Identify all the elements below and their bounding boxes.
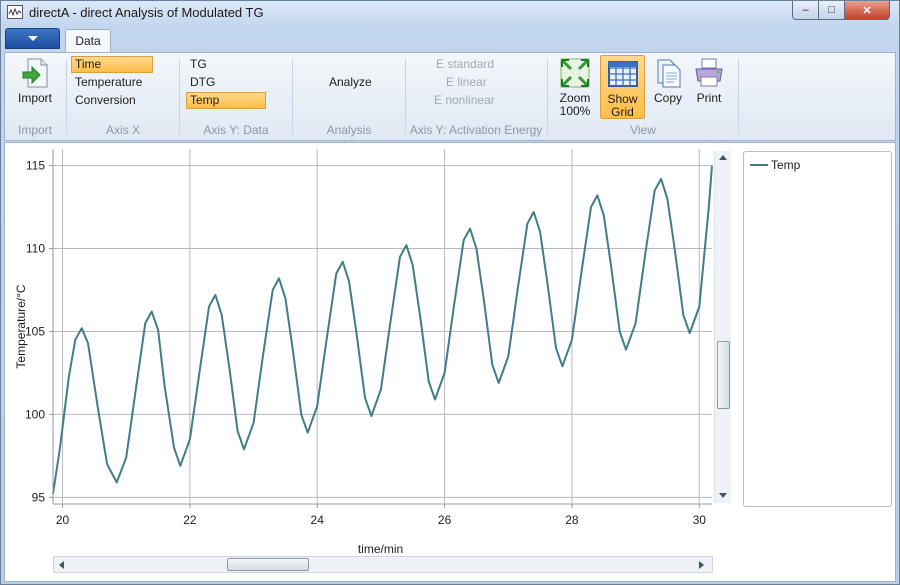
horizontal-scroll-thumb[interactable] [227, 558, 309, 571]
axis-x-option-temperature[interactable]: Temperature [71, 74, 153, 91]
maximize-icon: □ [828, 4, 835, 16]
zoom-100-button[interactable]: Zoom 100% [555, 57, 595, 118]
group-axis-x: Time Temperature Conversion Axis X [67, 53, 179, 140]
x-tick-label: 26 [438, 513, 452, 527]
y-tick-label: 105 [25, 324, 45, 338]
chart: 95 100 105 110 115 20 22 24 26 28 30 Temperature/… [14, 149, 713, 556]
vertical-scrollbar[interactable] [714, 151, 731, 503]
title-bar: directA - direct Analysis of Modulated T… [1, 1, 899, 25]
app-icon[interactable] [7, 5, 23, 19]
scroll-up-icon[interactable] [719, 155, 727, 160]
zoom-label-2: 100% [559, 104, 591, 118]
e-linear-option[interactable]: E linear [442, 74, 522, 91]
tab-data[interactable]: Data [65, 29, 111, 53]
axis-x-option-conversion[interactable]: Conversion [71, 92, 153, 109]
y-axis-label: Temperature/°C [14, 284, 28, 368]
x-tick-label: 20 [56, 513, 70, 527]
axis-x-option-time[interactable]: Time [71, 56, 153, 73]
legend-swatch [750, 164, 768, 166]
group-activation-energy: E standard E linear E nonlinear Axis Y: … [406, 53, 546, 140]
series-line-temp [52, 165, 713, 495]
maximize-button[interactable]: □ [818, 1, 845, 20]
ribbon-separator [738, 59, 739, 134]
app-window: directA - direct Analysis of Modulated T… [0, 0, 900, 585]
scroll-right-icon[interactable] [699, 561, 704, 569]
x-tick-label: 24 [311, 513, 325, 527]
import-button[interactable]: Import [11, 57, 59, 105]
y-tick-label: 115 [26, 159, 45, 173]
chevron-down-icon [27, 36, 38, 41]
group-view: Zoom 100% Show Grid Copy Print View [548, 53, 738, 140]
show-grid-label-2: Grid [611, 105, 634, 119]
copy-icon [652, 57, 684, 89]
group-label-axis-y-data: Axis Y: Data [203, 123, 269, 137]
main-content: 95 100 105 110 115 20 22 24 26 28 30 Temperature/… [4, 142, 896, 582]
x-tick-label: 28 [565, 513, 579, 527]
axis-y-option-dtg[interactable]: DTG [186, 74, 266, 91]
close-icon: ✕ [862, 4, 872, 17]
group-label-axis-x: Axis X [105, 123, 140, 137]
minimize-icon: ‒ [802, 4, 809, 16]
scroll-left-icon[interactable] [59, 561, 64, 569]
legend-entry-temp: Temp [771, 158, 801, 172]
printer-icon [693, 57, 725, 89]
group-axis-y-data: TG DTG Temp Axis Y: Data [180, 53, 292, 140]
chart-area[interactable]: 95 100 105 110 115 20 22 24 26 28 30 Temperature/… [5, 143, 715, 583]
copy-label: Copy [653, 91, 682, 105]
window-title: directA - direct Analysis of Modulated T… [29, 5, 264, 20]
import-label: Import [17, 91, 52, 105]
ribbon: Import Import Time Temperature Conversio… [4, 52, 896, 141]
group-analysis: Analyze Analysis [293, 53, 405, 140]
y-tick-label: 95 [32, 490, 46, 504]
e-nonlinear-option[interactable]: E nonlinear [430, 92, 522, 109]
group-import: Import Import [5, 53, 65, 140]
group-label-view: View [630, 123, 656, 137]
close-button[interactable]: ✕ [844, 1, 890, 20]
horizontal-scrollbar[interactable] [53, 556, 713, 573]
x-tick-label: 22 [183, 513, 197, 527]
y-tick-label: 100 [25, 407, 45, 421]
zoom-fit-icon [559, 57, 591, 89]
grid-icon [607, 58, 639, 90]
analyze-button[interactable]: Analyze [325, 74, 377, 91]
scroll-down-icon[interactable] [719, 493, 727, 498]
copy-button[interactable]: Copy [650, 57, 686, 105]
minimize-button[interactable]: ‒ [792, 1, 819, 20]
group-label-analysis: Analysis [326, 123, 372, 137]
print-button[interactable]: Print [691, 57, 727, 105]
group-label-import: Import [17, 123, 52, 137]
y-tick-label: 110 [26, 242, 45, 256]
print-label: Print [696, 91, 722, 105]
axis-y-option-tg[interactable]: TG [186, 56, 266, 73]
import-icon [19, 57, 51, 89]
x-axis-label: time/min [358, 542, 403, 556]
vertical-scroll-thumb[interactable] [717, 341, 730, 409]
e-standard-option[interactable]: E standard [432, 56, 522, 73]
show-grid-button[interactable]: Show Grid [600, 55, 645, 119]
application-menu-button[interactable] [5, 28, 60, 49]
x-tick-label: 30 [693, 513, 707, 527]
group-label-activation-energy: Axis Y: Activation Energy [409, 123, 543, 137]
axis-y-option-temp[interactable]: Temp [186, 92, 266, 109]
legend-panel: Temp [743, 151, 892, 507]
